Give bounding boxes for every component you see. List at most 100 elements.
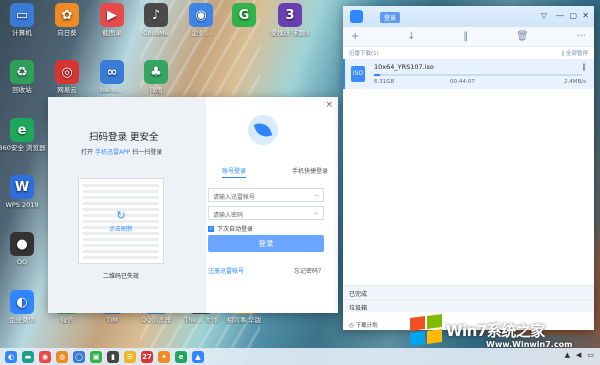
progress-bar — [374, 74, 582, 76]
download-speed: 2.4MB/s — [564, 79, 586, 85]
desktop-icon[interactable]: ◐ 企业微信 — [0, 290, 46, 324]
pause-all-button[interactable]: ‖ 全部暂停 — [562, 49, 589, 57]
desktop-icon[interactable]: ▭ 计算机 — [0, 3, 46, 37]
desktop-icon[interactable]: G — [220, 3, 268, 29]
desktop-icon[interactable]: ∞ baidu... — [88, 60, 136, 94]
close-icon[interactable]: ✕ — [582, 11, 589, 20]
desktop-icon-label: 向日葵 — [57, 29, 77, 37]
volume-icon[interactable]: ◀ — [576, 351, 581, 359]
tab-phone-login[interactable]: 手机快捷登录 — [292, 166, 328, 178]
desktop-icon-label: 截图录 — [102, 29, 122, 37]
taskbar-app-icon[interactable]: ▬ — [22, 350, 34, 363]
taskbar-app-icon[interactable]: ◍ — [56, 350, 68, 363]
taskbar-app-icon[interactable]: ◯ — [73, 350, 85, 363]
pause-icon[interactable]: ‖ — [583, 63, 587, 71]
desktop-icon-label: 愛撲班 宋趣3 — [270, 29, 310, 37]
qr-status: 二维码已失效 — [102, 273, 139, 280]
taskbar-app-icon[interactable]: ◉ — [39, 350, 51, 363]
login-dialog: × 扫码登录 更安全 打开 手机迅雷APP 扫一扫登录 ↻ 点击刷新 二维码已失… — [48, 97, 338, 313]
desktop-icon-label: 企业微信 — [9, 316, 35, 324]
trash-category[interactable]: 垃圾箱 — [343, 299, 594, 312]
app-icon: e — [10, 118, 34, 142]
taskbar-app-icon[interactable]: ✦ — [158, 350, 170, 363]
taskbar-app-icon[interactable]: ▲ — [192, 350, 204, 363]
file-name: 10x64_YRS107.iso — [374, 63, 434, 71]
desktop-icon-label: QQ — [16, 258, 28, 266]
progress-fill — [374, 74, 381, 76]
completed-category[interactable]: 已完成 — [343, 285, 594, 298]
delete-icon[interactable]: 🗑 — [516, 31, 529, 42]
app-icon: ◐ — [10, 290, 34, 314]
desktop-icon-label: TIM — [106, 316, 118, 324]
clock-icon: ◷ — [349, 323, 354, 329]
desktop-icon-label: 相同事 华版 — [226, 316, 262, 324]
desktop-icon-label: CocoMu — [143, 29, 169, 37]
thunder-logo-icon — [248, 115, 278, 145]
app-icon: ♣ — [144, 60, 168, 84]
chevron-down-icon[interactable]: ⌄ — [314, 191, 319, 198]
desktop-icon[interactable]: e 360安全 浏览器 — [0, 118, 46, 152]
desktop-icon[interactable]: 3 愛撲班 宋趣3 — [266, 3, 314, 37]
minimize-icon[interactable]: — — [556, 11, 564, 20]
pause-icon[interactable]: ‖ — [463, 31, 468, 42]
taskbar-app-icon[interactable]: ◐ — [5, 350, 17, 363]
battery-icon[interactable]: ▭ — [587, 351, 594, 359]
app-icon: ♻ — [10, 60, 34, 84]
login-links: 注册迅雷帐号 忘记密码？ — [208, 266, 324, 275]
qr-code[interactable]: ↻ 点击刷新 — [78, 178, 164, 264]
desktop-icon[interactable]: ◉ 企业... — [177, 3, 225, 37]
qr-refresh[interactable]: ↻ 点击刷新 — [79, 209, 163, 233]
desktop-icon-label: 微雨 — [149, 86, 163, 94]
qr-subtitle: 打开 手机迅雷APP 扫一扫登录 — [81, 149, 163, 156]
app-icon: ▭ — [10, 3, 34, 27]
taskbar-icons: ◐ ▬ ◉ ◍ ◯ ▣ ▮ ☰ 27 ✦ e ▲ — [0, 350, 204, 363]
app-icon: W — [10, 175, 34, 199]
taskbar-app-icon[interactable]: e — [175, 350, 187, 363]
app-icon: ✿ — [55, 3, 79, 27]
iso-file-icon: ISO — [351, 66, 365, 82]
desktop-icon-label: baidu... — [99, 86, 125, 94]
desktop-icon[interactable]: W WPS 2019 — [0, 175, 46, 209]
desktop-icon[interactable]: ▶ 截图录 — [88, 3, 136, 37]
downloading-count: 迅雷下载(1) — [349, 51, 379, 57]
taskbar-app-icon[interactable]: 27 — [141, 350, 153, 363]
desktop-icon[interactable]: ✿ 向日葵 — [43, 3, 91, 37]
desktop-icon[interactable]: ♪ CocoMu — [132, 3, 180, 37]
login-badge-button[interactable]: 登录 — [380, 12, 401, 23]
download-icon[interactable]: ↓ — [407, 31, 415, 42]
thunder-logo-icon — [350, 10, 363, 23]
qr-title: 扫码登录 更安全 — [89, 132, 159, 143]
password-input[interactable]: 请输入密码 ⌄ — [208, 206, 324, 220]
windows-logo-icon — [410, 313, 444, 347]
desktop-icon[interactable]: ♣ 微雨 — [132, 60, 180, 94]
taskbar-app-icon[interactable]: ☰ — [124, 350, 136, 363]
more-icon[interactable]: ··· — [576, 31, 586, 42]
chevron-down-icon: ⌄ — [313, 209, 319, 216]
download-item[interactable]: ISO 10x64_YRS107.iso ‖ 6.31GB 00:44:07 2… — [343, 59, 594, 89]
menu-icon[interactable]: ▽ — [541, 11, 547, 20]
desktop-icon[interactable]: ♻ 回收站 — [0, 60, 46, 94]
desktop-icon-label: 计算机 — [12, 29, 32, 37]
taskbar-app-icon[interactable]: ▮ — [107, 350, 119, 363]
app-icon: ◉ — [189, 3, 213, 27]
app-icon: 3 — [278, 3, 302, 27]
auto-login-checkbox[interactable]: ✓ 下次自动登录 — [208, 224, 253, 233]
close-icon[interactable]: × — [325, 100, 333, 110]
forgot-password-link[interactable]: 忘记密码？ — [294, 266, 324, 275]
add-icon[interactable]: + — [351, 31, 359, 42]
maximize-icon[interactable]: ▢ — [569, 11, 577, 20]
login-button[interactable]: 登录 — [208, 235, 324, 252]
register-link[interactable]: 注册迅雷帐号 — [208, 266, 244, 275]
network-icon[interactable]: ▲ — [565, 351, 570, 359]
system-tray: ▲ ◀ ▭ — [565, 351, 594, 359]
desktop-icon-label: The... 大师 — [184, 316, 218, 324]
login-tabs: 账号登录 手机快捷登录 — [222, 166, 328, 178]
taskbar-app-icon[interactable]: ▣ — [90, 350, 102, 363]
app-link[interactable]: 手机迅雷APP — [95, 149, 130, 156]
desktop-icon[interactable]: ● QQ — [0, 232, 46, 266]
account-input[interactable]: 请输入迅雷帐号 ⌄ — [208, 188, 324, 202]
desktop-icon-label: 360安全 浏览器 — [0, 144, 46, 152]
tab-account-login[interactable]: 账号登录 — [222, 166, 247, 178]
app-icon: ▶ — [100, 3, 124, 27]
desktop-icon[interactable]: ◎ 网易云 — [43, 60, 91, 94]
